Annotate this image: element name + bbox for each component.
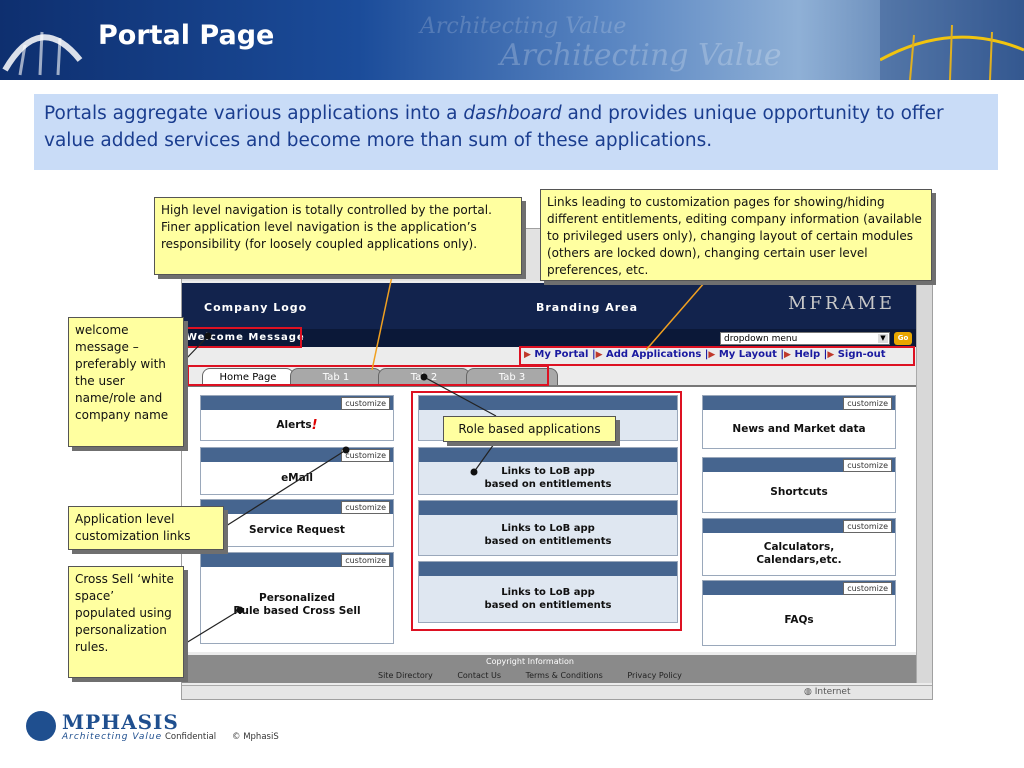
- company-tagline: Architecting Value: [62, 732, 163, 742]
- highlight-welcome: [183, 327, 302, 348]
- confidential-label: Confidential: [165, 732, 217, 742]
- watermark-small: Architecting Value: [420, 14, 627, 39]
- customize-link[interactable]: customize: [341, 449, 390, 462]
- portlet-email: customize eMail: [200, 447, 394, 495]
- customize-link[interactable]: customize: [341, 397, 390, 410]
- link-privacy[interactable]: Privacy Policy: [627, 671, 682, 680]
- portlet-faqs: customize FAQs: [702, 580, 896, 646]
- portlet-shortcuts: customize Shortcuts: [702, 457, 896, 513]
- link-terms[interactable]: Terms & Conditions: [526, 671, 603, 680]
- portlet-title: Service Request: [249, 523, 345, 536]
- alert-icon: !: [311, 417, 318, 433]
- mphasis-logo-icon: [26, 711, 56, 741]
- customize-link[interactable]: customize: [843, 520, 892, 533]
- portlet-title: Shortcuts: [770, 485, 828, 498]
- customize-link[interactable]: customize: [341, 554, 390, 567]
- intro-emphasis: dashboard: [463, 103, 562, 124]
- bridge-arc-graphic: [2, 31, 83, 76]
- copyright-label: © MphasiS: [232, 732, 279, 742]
- callout-role-based-applications: Role based applications: [443, 416, 616, 442]
- portlet-title: eMail: [281, 471, 313, 484]
- callout-customization-links: Links leading to customization pages for…: [540, 189, 932, 281]
- customize-link[interactable]: customize: [843, 582, 892, 595]
- footer-links: Site Directory Contact Us Terms & Condit…: [378, 671, 704, 680]
- callout-high-level-navigation: High level navigation is totally control…: [154, 197, 522, 275]
- portal-header: Company Logo Branding Area MFRAME: [182, 283, 916, 329]
- portlet-cross-sell: customize Personalized Rule based Cross …: [200, 552, 394, 644]
- internet-zone: ◍ Internet: [804, 687, 851, 697]
- portlet-title: Alerts: [276, 418, 312, 431]
- scrollbar[interactable]: [916, 283, 932, 683]
- slide-title: Portal Page: [98, 20, 275, 51]
- customize-link[interactable]: customize: [843, 397, 892, 410]
- customize-link[interactable]: customize: [843, 459, 892, 472]
- link-site-directory[interactable]: Site Directory: [378, 671, 433, 680]
- portlet-service-request: customize Service Request: [200, 499, 394, 547]
- portlet-title: Calculators, Calendars,etc.: [756, 541, 842, 566]
- link-contact-us[interactable]: Contact Us: [457, 671, 501, 680]
- globe-icon: ◍: [804, 687, 812, 697]
- highlight-tabs: [187, 365, 549, 386]
- portlet-title: News and Market data: [732, 422, 866, 435]
- company-name: MPHASIS: [62, 710, 179, 734]
- go-button[interactable]: Go: [894, 332, 912, 345]
- intro-text-start: Portals aggregate various applications i…: [44, 103, 464, 124]
- portlet-alerts: customize Alerts!: [200, 395, 394, 441]
- portlet-title: Personalized Rule based Cross Sell: [233, 592, 361, 617]
- bridge-photo-graphic: [880, 0, 1024, 80]
- highlight-top-links: [519, 346, 915, 366]
- company-logo: Company Logo: [204, 301, 308, 314]
- customize-link[interactable]: customize: [341, 501, 390, 514]
- chevron-down-icon: ▼: [878, 334, 888, 343]
- intro-text: Portals aggregate various applications i…: [34, 94, 998, 160]
- copyright-info: Copyright Information: [486, 657, 574, 666]
- watermark-large: Architecting Value: [500, 38, 782, 73]
- callout-app-level-customization: Application level customization links: [68, 506, 224, 550]
- dropdown-menu[interactable]: dropdown menu ▼: [720, 332, 890, 345]
- intro-box: Portals aggregate various applications i…: [34, 94, 998, 170]
- branding-area: Branding Area: [536, 301, 639, 314]
- portlet-news: customize News and Market data: [702, 395, 896, 449]
- mframe-logo: MFRAME: [788, 293, 896, 314]
- portlet-title: FAQs: [784, 613, 814, 626]
- callout-cross-sell: Cross Sell ‘white space’ populated using…: [68, 566, 184, 678]
- portlet-calculators: customize Calculators, Calendars,etc.: [702, 518, 896, 576]
- browser-status-bar: ◍ Internet: [182, 685, 932, 699]
- callout-welcome-message: welcome message – preferably with the us…: [68, 317, 184, 447]
- dropdown-value: dropdown menu: [724, 334, 798, 344]
